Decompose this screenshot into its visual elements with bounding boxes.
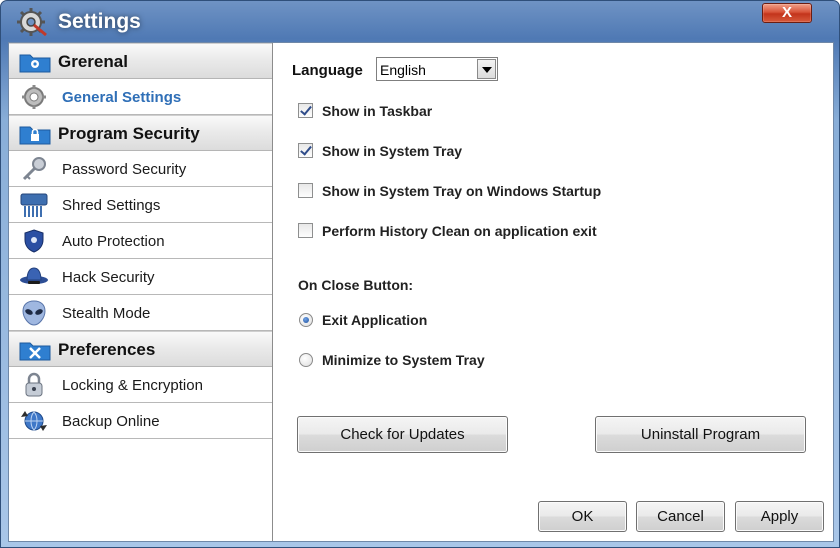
language-label: Language [292,62,363,79]
padlock-icon [25,372,43,397]
sidebar-item-stealth-mode[interactable]: Stealth Mode [9,295,272,331]
globe-sync-icon [21,411,47,431]
cancel-button[interactable]: Cancel [636,501,725,532]
sidebar-item-hack-security[interactable]: Hack Security [9,259,272,295]
settings-window: Settings X Grerenal General Settings Pro… [0,0,840,548]
sidebar-category-label: Program Security [58,124,200,143]
sidebar-item-shred-settings[interactable]: Shred Settings [9,187,272,223]
minimize-to-tray-radio[interactable] [299,353,313,367]
checkbox-label: Perform History Clean on application exi… [322,223,597,239]
radio-label: Exit Application [322,312,428,328]
ok-button[interactable]: OK [538,501,627,532]
apply-button[interactable]: Apply [735,501,824,532]
lock-folder-icon [19,126,51,145]
check-for-updates-button[interactable]: Check for Updates [297,416,508,453]
sidebar-item-password-security[interactable]: Password Security [9,151,272,187]
sidebar-item-label: Backup Online [62,413,160,430]
on-close-button-label: On Close Button: [298,277,414,293]
sidebar-item-auto-protection[interactable]: Auto Protection [9,223,272,259]
sidebar-category-general[interactable]: Grerenal [9,43,272,79]
window-title: Settings [58,10,141,33]
sidebar: Grerenal General Settings Program Securi… [9,43,273,541]
language-dropdown[interactable]: English [376,57,498,81]
sidebar-item-label: Password Security [62,161,187,178]
settings-panel: Language English Show in Taskbar Show in… [274,43,833,541]
checkbox-label: Show in System Tray on Windows Startup [322,183,602,199]
radio-label: Minimize to System Tray [322,352,485,368]
sidebar-item-general-settings[interactable]: General Settings [9,79,272,115]
sidebar-category-label: Grerenal [58,52,128,71]
shredder-icon [20,193,48,217]
alien-icon [22,300,46,326]
sidebar-item-label: Auto Protection [62,233,165,250]
key-icon [22,157,46,181]
settings-gear-icon [17,8,47,37]
language-value: English [380,62,426,78]
checkbox-label: Show in System Tray [322,143,463,159]
sidebar-category-label: Preferences [58,340,156,359]
checkbox-label: Show in Taskbar [322,103,433,119]
sidebar-item-label: Stealth Mode [62,305,151,322]
sidebar-item-label: Shred Settings [62,197,161,214]
sidebar-item-locking-encryption[interactable]: Locking & Encryption [9,367,272,403]
gear-folder-icon [19,54,51,73]
show-in-taskbar-checkbox[interactable] [298,103,313,118]
show-in-system-tray-checkbox[interactable] [298,143,313,158]
history-clean-on-exit-checkbox[interactable] [298,223,313,238]
uninstall-program-button[interactable]: Uninstall Program [595,416,806,453]
show-in-tray-on-startup-checkbox[interactable] [298,183,313,198]
exit-application-radio[interactable] [299,313,313,327]
tools-folder-icon [19,342,51,361]
sidebar-item-label: Hack Security [62,269,155,286]
dropdown-arrow-icon[interactable] [477,59,496,79]
sidebar-category-preferences[interactable]: Preferences [9,331,272,367]
shield-icon [24,229,44,253]
settings-client-area: Grerenal General Settings Program Securi… [8,42,834,542]
sidebar-item-backup-online[interactable]: Backup Online [9,403,272,439]
sidebar-category-program-security[interactable]: Program Security [9,115,272,151]
close-button[interactable]: X [762,3,812,23]
sidebar-item-label: Locking & Encryption [62,377,203,394]
sidebar-item-label: General Settings [62,89,182,106]
spy-hat-icon [20,267,48,284]
title-bar[interactable]: Settings X [1,1,839,41]
gear-icon [22,85,46,109]
